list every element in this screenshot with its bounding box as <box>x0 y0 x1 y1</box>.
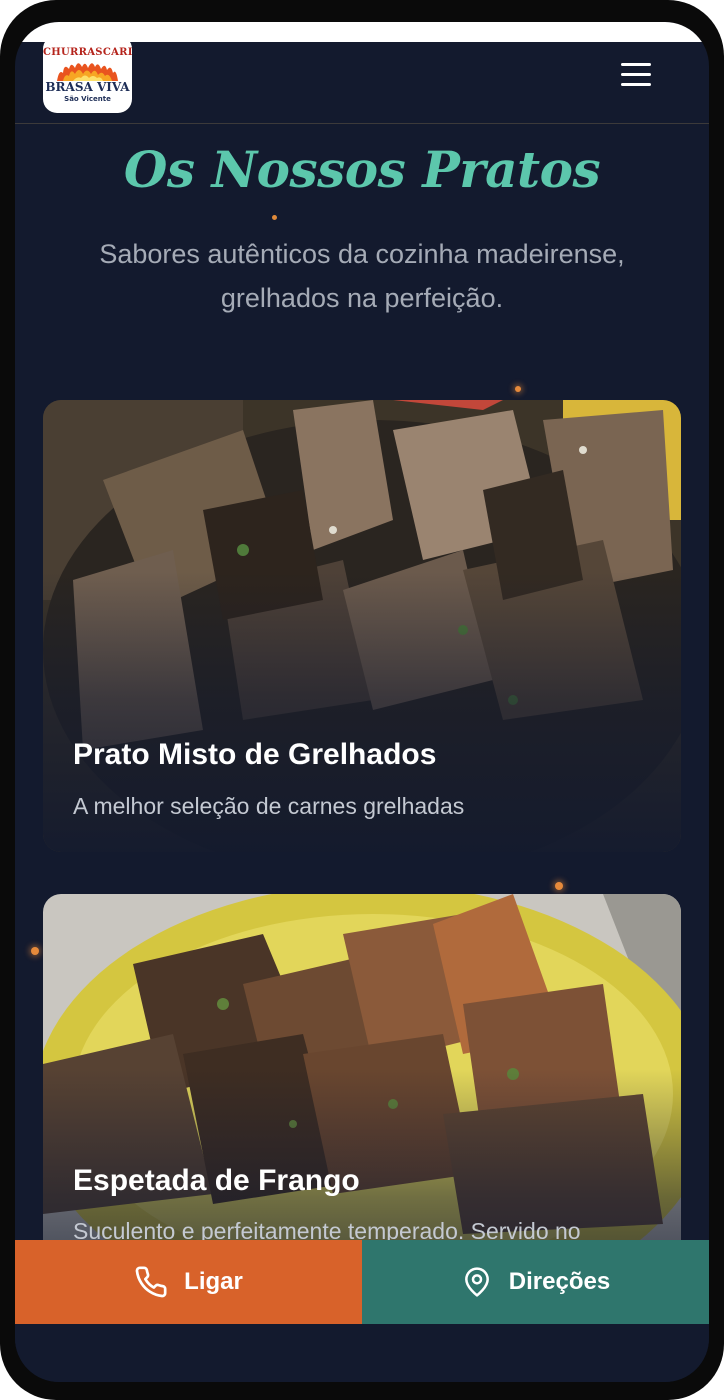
dish-name: Prato Misto de Grelhados <box>73 738 437 771</box>
ember-dot <box>31 947 39 955</box>
logo-location-text: São Vicente <box>64 95 111 103</box>
call-button[interactable]: Ligar <box>15 1240 362 1324</box>
dish-card[interactable]: Prato Misto de Grelhados A melhor seleçã… <box>43 400 681 852</box>
site-header: CHURRASCARIA BRASA VIVA São Vicente <box>15 22 709 124</box>
ember-dot <box>272 215 277 220</box>
restaurant-logo[interactable]: CHURRASCARIA BRASA VIVA São Vicente <box>43 35 132 113</box>
bottom-safe-area <box>15 1324 709 1382</box>
flames-icon <box>57 63 118 81</box>
device-frame: CHURRASCARIA BRASA VIVA São Vicente Os N… <box>0 0 724 1400</box>
subtitle-line: Sabores autênticos da cozinha madeirense… <box>99 239 625 269</box>
map-pin-icon <box>464 1267 489 1297</box>
section-subtitle: Sabores autênticos da cozinha madeirense… <box>72 232 652 320</box>
ember-dot <box>515 386 521 392</box>
logo-brasa-viva-text: BRASA VIVA <box>45 80 130 94</box>
directions-button[interactable]: Direções <box>362 1240 709 1324</box>
hamburger-menu-icon[interactable] <box>619 60 653 90</box>
subtitle-line: grelhados na perfeição. <box>220 283 504 313</box>
phone-icon <box>135 1266 167 1298</box>
action-bar: Ligar Direções <box>15 1240 709 1324</box>
logo-churrascaria-text: CHURRASCARIA <box>43 47 132 58</box>
directions-button-label: Direções <box>508 1268 611 1295</box>
ember-dot <box>555 882 563 890</box>
dish-name: Espetada de Frango <box>73 1164 360 1197</box>
dish-description: A melhor seleção de carnes grelhadas <box>73 793 465 819</box>
app-screen: CHURRASCARIA BRASA VIVA São Vicente Os N… <box>15 22 709 1382</box>
call-button-label: Ligar <box>184 1268 243 1295</box>
section-title: Os Nossos Pratos <box>123 140 601 199</box>
